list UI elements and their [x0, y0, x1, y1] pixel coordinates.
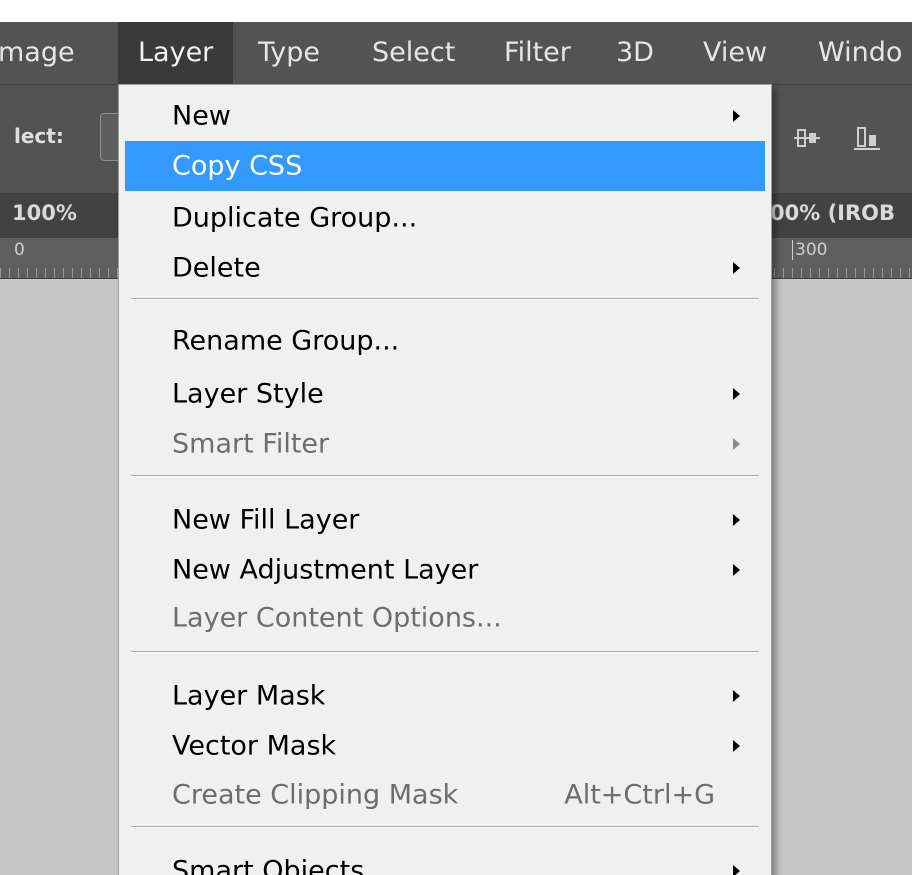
document-tab-left[interactable]: 100%	[12, 201, 77, 225]
menu-item-duplicate-group[interactable]: Duplicate Group...	[125, 193, 765, 243]
submenu-arrow-icon	[733, 110, 740, 122]
submenu-arrow-icon	[733, 690, 740, 702]
menu-item-label: New Fill Layer	[172, 504, 360, 536]
ruler-number-right: 300	[792, 240, 827, 260]
menu-item-label: New Adjustment Layer	[172, 554, 479, 586]
menu-item-new[interactable]: New	[125, 91, 765, 141]
menu-item-copy-css[interactable]: Copy CSS	[125, 141, 765, 191]
menu-item-smart-filter[interactable]: Smart Filter	[125, 419, 765, 469]
menu-item-label: Rename Group...	[172, 325, 400, 357]
menu-window[interactable]: Windo	[818, 22, 902, 84]
submenu-arrow-icon	[733, 438, 740, 450]
menu-item-new-adjustment-layer[interactable]: New Adjustment Layer	[125, 545, 765, 595]
menu-separator	[131, 826, 759, 828]
menu-item-label: Vector Mask	[172, 730, 337, 762]
menu-item-label: Create Clipping Mask	[172, 779, 459, 811]
menu-bar: mage Layer Type Select Filter 3D View Wi…	[0, 22, 912, 85]
menu-type[interactable]: Type	[258, 22, 320, 84]
menu-item-new-fill-layer[interactable]: New Fill Layer	[125, 495, 765, 545]
menu-item-vector-mask[interactable]: Vector Mask	[125, 721, 765, 771]
menu-item-label: New	[172, 100, 231, 132]
menu-item-label: Delete	[172, 252, 261, 284]
submenu-arrow-icon	[733, 564, 740, 576]
menu-item-rename-group[interactable]: Rename Group...	[125, 316, 765, 366]
align-bottom-edges-icon[interactable]	[852, 123, 882, 153]
menu-layer[interactable]: Layer	[118, 22, 234, 84]
photoshop-window: mage Layer Type Select Filter 3D View Wi…	[0, 0, 912, 875]
menu-separator	[131, 475, 759, 477]
menu-item-label: Layer Style	[172, 378, 324, 410]
submenu-arrow-icon	[733, 388, 740, 400]
menu-item-label: Duplicate Group...	[172, 202, 418, 234]
submenu-arrow-icon	[733, 740, 740, 752]
menu-3d[interactable]: 3D	[616, 22, 654, 84]
menu-item-layer-mask[interactable]: Layer Mask	[125, 671, 765, 721]
document-tab-right[interactable]: 00% (IROB	[770, 201, 895, 225]
menu-separator	[131, 298, 759, 300]
menu-item-label: Layer Content Options...	[172, 602, 502, 634]
align-horizontal-centers-icon[interactable]	[792, 123, 822, 153]
menu-item-delete[interactable]: Delete	[125, 243, 765, 293]
menu-item-smart-objects[interactable]: Smart Objects	[125, 846, 765, 875]
layer-menu-dropdown: New Copy CSS Duplicate Group... Delete R…	[118, 84, 772, 875]
menu-select[interactable]: Select	[372, 22, 455, 84]
menu-image[interactable]: mage	[0, 22, 75, 84]
menu-filter[interactable]: Filter	[504, 22, 571, 84]
menu-item-create-clipping-mask[interactable]: Create Clipping Mask Alt+Ctrl+G	[125, 770, 765, 820]
ruler-number-left: 0	[14, 240, 25, 260]
auto-select-label: lect:	[14, 124, 64, 148]
menu-item-label: Layer Mask	[172, 680, 326, 712]
menu-item-label: Copy CSS	[172, 150, 303, 182]
menu-view[interactable]: View	[703, 22, 767, 84]
menu-item-label: Smart Objects	[172, 855, 365, 875]
submenu-arrow-icon	[733, 514, 740, 526]
menu-separator	[131, 651, 759, 653]
submenu-arrow-icon	[733, 865, 740, 875]
menu-item-shortcut: Alt+Ctrl+G	[564, 779, 715, 811]
menu-item-label: Smart Filter	[172, 428, 330, 460]
menu-item-layer-content-options[interactable]: Layer Content Options...	[125, 593, 765, 643]
menu-item-layer-style[interactable]: Layer Style	[125, 369, 765, 419]
submenu-arrow-icon	[733, 262, 740, 274]
